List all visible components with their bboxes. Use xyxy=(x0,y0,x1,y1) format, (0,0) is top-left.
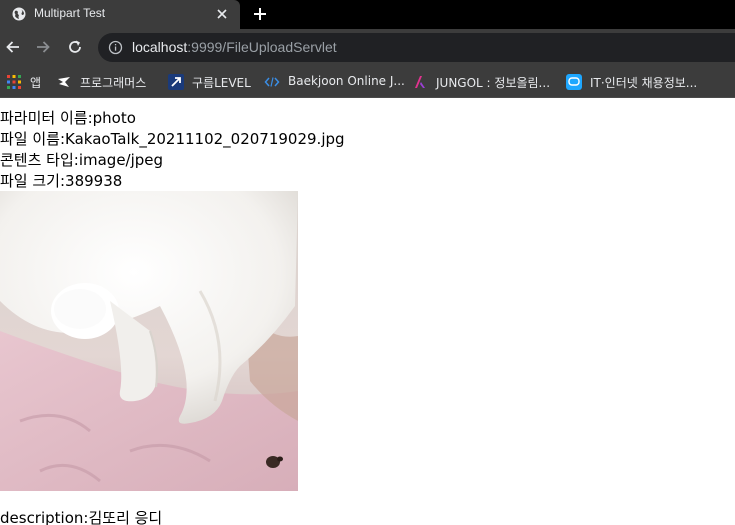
programmers-icon xyxy=(58,77,70,87)
tab-strip: Multipart Test xyxy=(0,0,735,29)
close-icon[interactable] xyxy=(214,6,230,22)
file-size-line: 파일 크기:389938 xyxy=(0,171,735,192)
info-icon[interactable] xyxy=(108,40,123,55)
param-name-line: 파라미터 이름:photo xyxy=(0,108,735,129)
url-path: :9999/FileUploadServlet xyxy=(187,39,337,55)
file-name-label: 파일 이름: xyxy=(0,130,66,148)
url-host: localhost xyxy=(132,39,188,55)
tab-title: Multipart Test xyxy=(34,6,106,20)
reload-icon[interactable] xyxy=(66,38,84,56)
jungol-icon xyxy=(415,76,425,88)
param-name-value: photo xyxy=(92,109,136,127)
url-text: localhost:9999/FileUploadServlet xyxy=(132,39,337,55)
file-size-value: 389938 xyxy=(65,172,123,190)
bookmarks-bar: 앱 프로그래머스 구름LEVEL Baekjoon Online J... JU… xyxy=(0,66,735,98)
back-icon[interactable] xyxy=(4,38,22,56)
new-tab-icon[interactable] xyxy=(251,5,269,23)
bookmark-label: 앱 xyxy=(30,76,42,90)
globe-icon xyxy=(12,7,26,21)
browser-tab[interactable]: Multipart Test xyxy=(0,0,240,29)
description-value: 김또리 응디 xyxy=(88,509,163,525)
apps-grid-icon xyxy=(7,75,21,89)
content-type-line: 콘텐츠 타입:image/jpeg xyxy=(0,150,735,171)
chat-icon xyxy=(566,74,582,90)
bookmark-label: IT·인터넷 채용정보... xyxy=(590,76,698,90)
file-size-label: 파일 크기: xyxy=(0,172,66,190)
bookmark-label: 프로그래머스 xyxy=(80,76,147,90)
code-icon xyxy=(264,77,280,87)
forward-icon[interactable] xyxy=(34,38,52,56)
param-name-label: 파라미터 이름: xyxy=(0,109,93,127)
goorm-icon xyxy=(168,74,184,90)
content-type-value: image/jpeg xyxy=(78,151,164,169)
upload-result: 파라미터 이름:photo 파일 이름:KakaoTalk_20211102_0… xyxy=(0,108,735,192)
file-name-value: KakaoTalk_20211102_020719029.jpg xyxy=(65,130,345,148)
bookmark-label: JUNGOL : 정보올림... xyxy=(436,76,551,90)
bookmark-label: Baekjoon Online J... xyxy=(288,74,405,88)
uploaded-photo xyxy=(0,191,298,491)
description-line: description:김또리 응디 xyxy=(0,508,162,525)
address-bar[interactable]: localhost:9999/FileUploadServlet xyxy=(98,33,735,62)
browser-toolbar: localhost:9999/FileUploadServlet xyxy=(0,29,735,66)
content-type-label: 콘텐츠 타입: xyxy=(0,151,79,169)
description-label: description: xyxy=(0,509,89,525)
bookmark-label: 구름LEVEL xyxy=(192,76,251,90)
file-name-line: 파일 이름:KakaoTalk_20211102_020719029.jpg xyxy=(0,129,735,150)
